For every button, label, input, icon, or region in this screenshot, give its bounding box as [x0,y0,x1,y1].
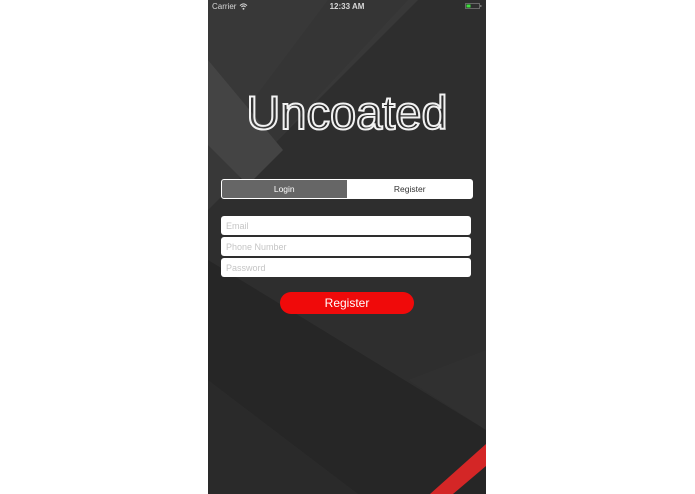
register-button[interactable]: Register [280,292,414,314]
tab-register[interactable]: Register [347,180,472,198]
tab-login[interactable]: Login [222,180,348,198]
app-logo: Uncoated [245,85,448,140]
email-field[interactable] [221,216,471,235]
status-time: 12:33 AM [329,2,365,11]
status-bar: Carrier 12:33 AM [208,0,486,14]
password-field[interactable] [221,258,471,277]
phone-number-field[interactable] [221,237,471,256]
battery-icon [465,3,482,9]
login-register-segmented-control[interactable]: Login Register [221,179,473,199]
phone-screen: Carrier 12:33 AM Uncoated Login Register… [208,0,486,494]
logo-text: Uncoated [246,86,447,139]
